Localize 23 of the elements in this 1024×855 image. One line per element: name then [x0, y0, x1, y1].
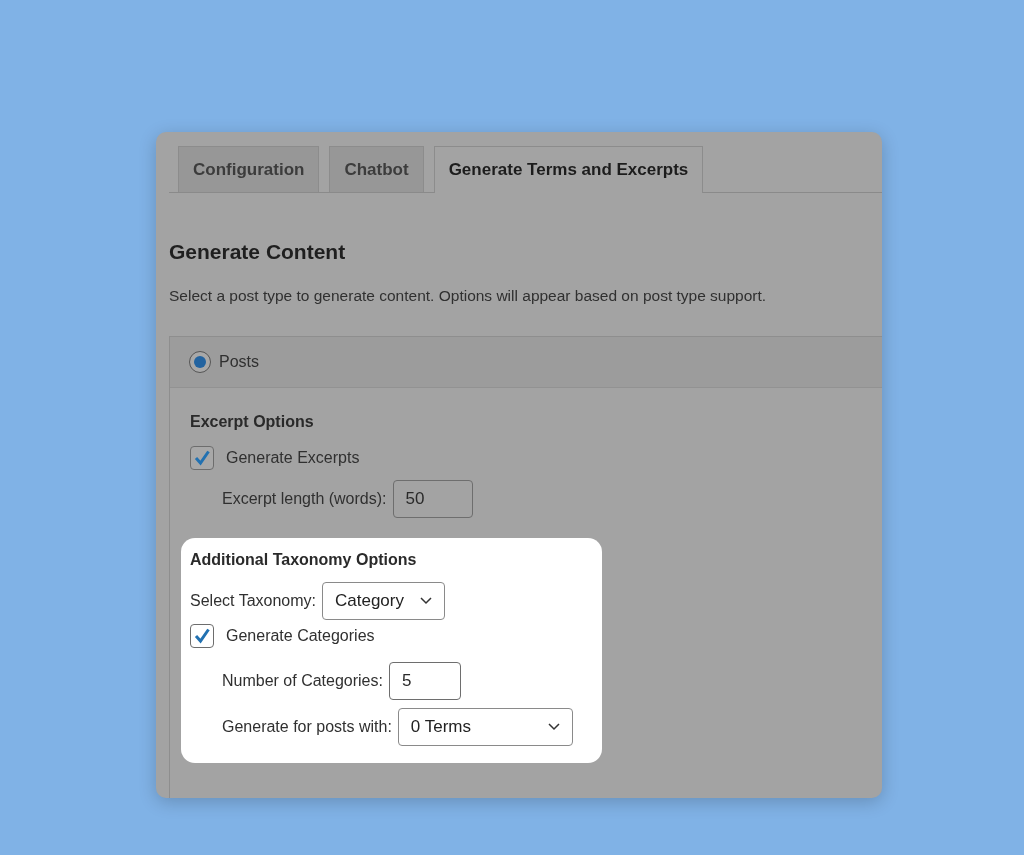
radio-button[interactable]: [189, 351, 211, 373]
checkbox-label: Generate Categories: [226, 627, 375, 645]
tab[interactable]: Chatbot: [329, 146, 424, 192]
dropdown[interactable]: 0 Terms: [397, 708, 573, 746]
section-title: Generate Content: [169, 239, 347, 265]
field-label: Excerpt length (words):: [222, 490, 387, 508]
input-field[interactable]: 5: [388, 662, 461, 700]
field-label: Select Taxonomy:: [190, 592, 316, 610]
checkbox-label: Generate Excerpts: [226, 449, 360, 467]
section-description: Select a post type to generate content. Options will appear based on post type support.: [169, 286, 768, 306]
checkbox[interactable]: [190, 624, 214, 648]
field-label: Number of Categories:: [222, 672, 383, 690]
field-label: Generate for posts with:: [222, 718, 392, 736]
tab[interactable]: Configuration: [178, 146, 320, 192]
checkbox[interactable]: [190, 446, 214, 470]
chevron-down-icon: [547, 723, 560, 731]
radio-label: Posts: [219, 353, 259, 371]
input-field[interactable]: 50: [392, 480, 473, 518]
section-heading: Additional Taxonomy Options: [190, 550, 418, 570]
chevron-down-icon: [420, 597, 432, 605]
section-heading: Excerpt Options: [190, 412, 315, 432]
dropdown[interactable]: Category: [322, 582, 445, 620]
tab[interactable]: Generate Terms and Excerpts: [433, 146, 704, 193]
